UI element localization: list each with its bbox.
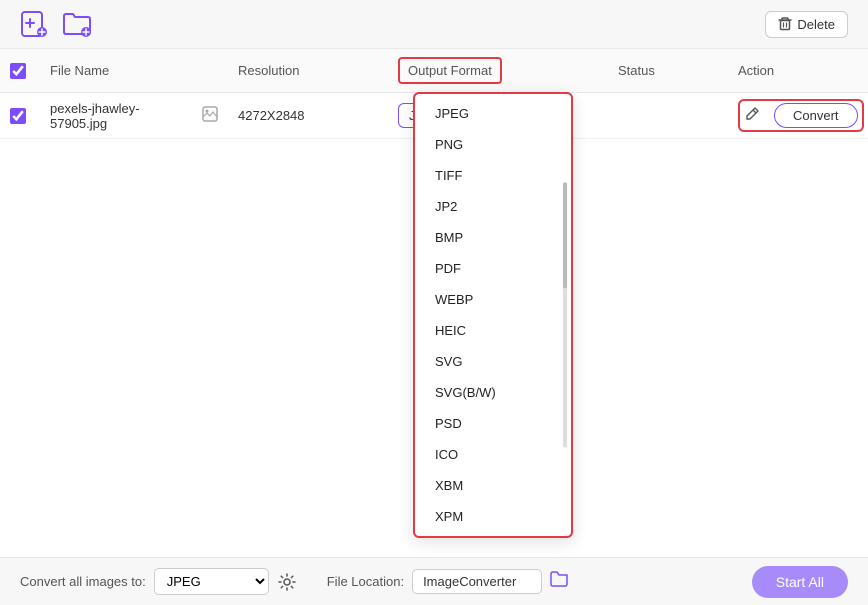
- dropdown-item-pdf[interactable]: PDF: [415, 253, 571, 284]
- add-folder-button[interactable]: [62, 10, 92, 38]
- add-file-button[interactable]: [20, 10, 48, 38]
- file-location-value: ImageConverter: [412, 569, 542, 594]
- header-resolution: Resolution: [228, 57, 388, 84]
- row-checkbox[interactable]: [10, 108, 26, 124]
- convert-all-group: Convert all images to: JPEG PNG TIFF JP2…: [20, 568, 297, 595]
- output-format-header-label: Output Format: [398, 57, 502, 84]
- header-action: Action: [728, 57, 868, 84]
- start-all-button[interactable]: Start All: [752, 566, 848, 598]
- convert-area: Convert: [738, 99, 864, 132]
- dropdown-item-svg[interactable]: SVG: [415, 346, 571, 377]
- convert-all-label: Convert all images to:: [20, 574, 146, 589]
- row-filename-cell: pexels-jhawley-57905.jpg: [40, 101, 228, 131]
- table-header: File Name Resolution Output Format Statu…: [0, 49, 868, 93]
- dropdown-item-ico[interactable]: ICO: [415, 439, 571, 470]
- toolbar: Delete: [0, 0, 868, 49]
- dropdown-item-png[interactable]: PNG: [415, 129, 571, 160]
- bottom-bar: Convert all images to: JPEG PNG TIFF JP2…: [0, 557, 868, 605]
- dropdown-scrollbar-thumb: [563, 182, 567, 288]
- row-checkbox-cell: [0, 108, 40, 124]
- convert-button[interactable]: Convert: [774, 103, 858, 128]
- file-location-folder-button[interactable]: [550, 571, 568, 592]
- dropdown-scrollbar: [563, 182, 567, 447]
- dropdown-item-svgbw[interactable]: SVG(B/W): [415, 377, 571, 408]
- dropdown-item-jpeg[interactable]: JPEG: [415, 98, 571, 129]
- row-resolution: 4272X2848: [228, 108, 388, 123]
- header-status: Status: [608, 57, 728, 84]
- dropdown-item-psd[interactable]: PSD: [415, 408, 571, 439]
- delete-button[interactable]: Delete: [765, 11, 848, 38]
- header-checkbox-cell: [0, 57, 40, 84]
- dropdown-item-xpm[interactable]: XPM: [415, 501, 571, 532]
- row-filename: pexels-jhawley-57905.jpg: [50, 101, 196, 131]
- dropdown-item-xbm[interactable]: XBM: [415, 470, 571, 501]
- row-action-cell: Convert: [728, 99, 868, 132]
- dropdown-item-bmp[interactable]: BMP: [415, 222, 571, 253]
- thumbnail-icon: [202, 106, 218, 125]
- delete-label: Delete: [797, 17, 835, 32]
- select-all-checkbox[interactable]: [10, 63, 26, 79]
- convert-all-select[interactable]: JPEG PNG TIFF JP2 BMP PDF WEBP HEIC SVG …: [154, 568, 269, 595]
- file-location-group: File Location: ImageConverter: [327, 569, 568, 594]
- dropdown-item-tiff[interactable]: TIFF: [415, 160, 571, 191]
- format-dropdown-menu: JPEG PNG TIFF JP2 BMP PDF WEBP HEIC SVG …: [413, 92, 573, 538]
- dropdown-item-heic[interactable]: HEIC: [415, 315, 571, 346]
- edit-button[interactable]: [744, 106, 760, 125]
- toolbar-left: [20, 10, 92, 38]
- header-filename: File Name: [40, 57, 228, 84]
- file-location-label: File Location:: [327, 574, 404, 589]
- dropdown-item-webp[interactable]: WEBP: [415, 284, 571, 315]
- header-output-format: Output Format: [388, 57, 608, 84]
- dropdown-item-jp2[interactable]: JP2: [415, 191, 571, 222]
- convert-all-settings-button[interactable]: [277, 572, 297, 592]
